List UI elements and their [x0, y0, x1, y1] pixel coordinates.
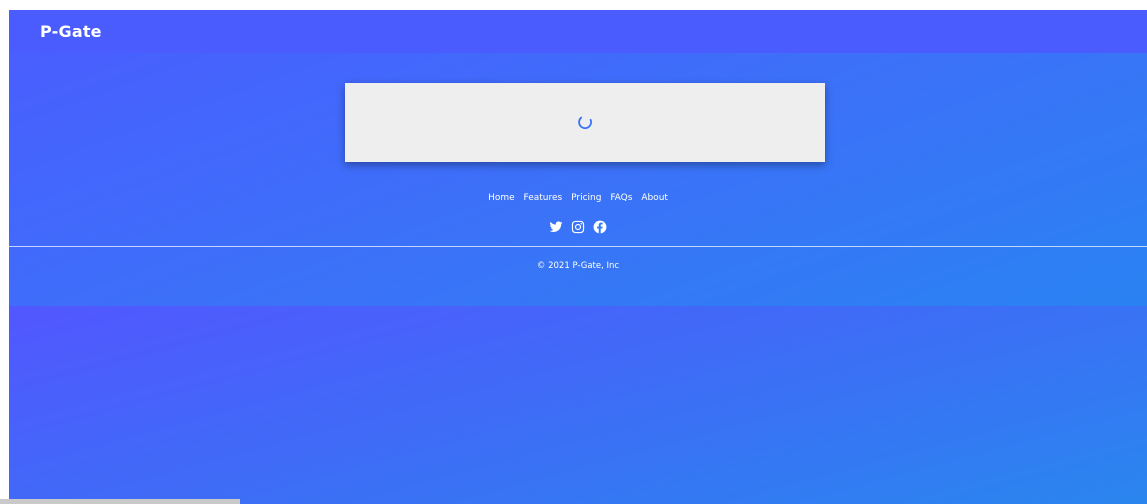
instagram-icon[interactable]: [571, 219, 585, 234]
loading-spinner-icon: [578, 116, 592, 130]
browser-status-bar: [0, 499, 240, 504]
footer-link-features[interactable]: Features: [524, 193, 563, 203]
background-lower: [9, 306, 1147, 504]
facebook-icon[interactable]: [593, 219, 607, 234]
loading-card: [345, 83, 825, 162]
social-links: [9, 219, 1147, 234]
footer-divider: [9, 246, 1147, 247]
footer-link-pricing[interactable]: Pricing: [571, 193, 601, 203]
copyright-text: © 2021 P-Gate, Inc: [536, 261, 620, 271]
twitter-icon[interactable]: [549, 219, 563, 233]
footer-nav: Home Features Pricing FAQs About: [9, 193, 1147, 203]
page-viewport: P-Gate Home Features Pricing FAQs About: [9, 10, 1147, 504]
footer-link-faqs[interactable]: FAQs: [610, 193, 632, 203]
top-navbar: P-Gate: [9, 10, 1147, 53]
footer-link-home[interactable]: Home: [488, 193, 515, 203]
brand-logo[interactable]: P-Gate: [40, 22, 102, 41]
footer-link-about[interactable]: About: [641, 193, 668, 203]
